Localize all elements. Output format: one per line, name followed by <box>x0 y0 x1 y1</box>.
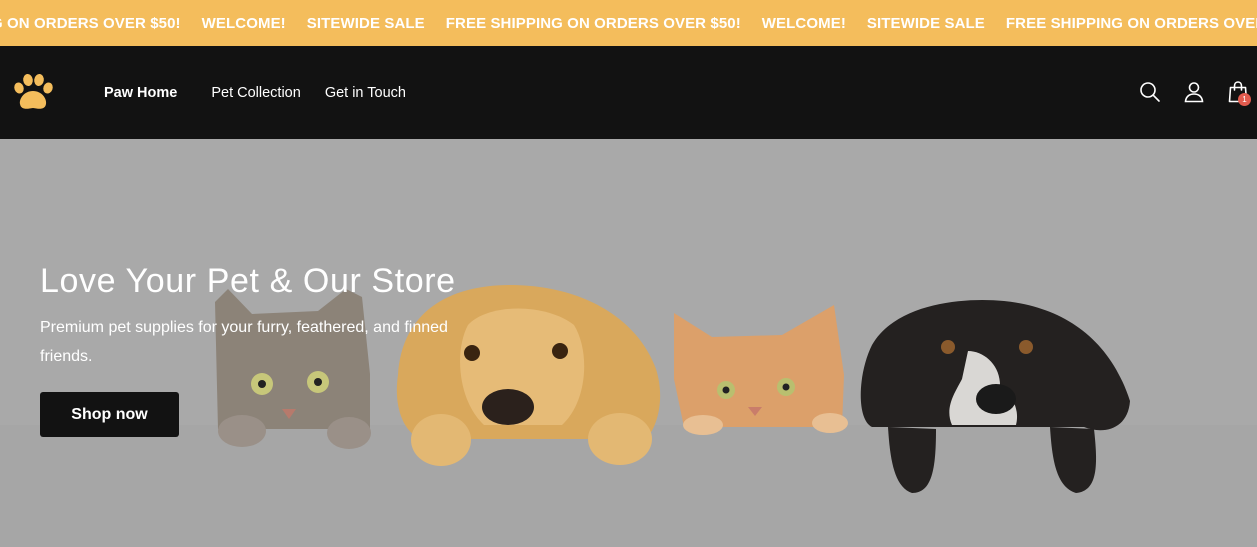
account-icon[interactable] <box>1182 80 1206 104</box>
announcement-message: G ON ORDERS OVER $50! <box>0 14 181 32</box>
announcement-message: WELCOME! <box>761 14 846 32</box>
announcement-message: SITEWIDE SALE <box>866 14 985 32</box>
site-header: Paw Home Pet Collection Get in Touch <box>0 46 1257 139</box>
announcement-message: SITEWIDE SALE <box>306 14 425 32</box>
announcement-message: WELCOME! <box>201 14 286 32</box>
black-dog-illustration <box>860 299 1130 493</box>
cart-count-badge: 1 <box>1238 93 1251 106</box>
announcement-message: FREE SHIPPING ON ORDERS OVER $50! <box>445 14 741 32</box>
nav-link-get-in-touch[interactable]: Get in Touch <box>325 85 406 101</box>
nav-link-pet-collection[interactable]: Pet Collection <box>211 85 300 101</box>
orange-cat-illustration <box>674 305 848 435</box>
hero-banner: Love Your Pet & Our Store Premium pet su… <box>0 139 1257 547</box>
paw-icon[interactable] <box>11 73 55 113</box>
announcement-message: FREE SHIPPING ON ORDERS OVER $50! <box>1005 14 1257 32</box>
announcement-bar: G ON ORDERS OVER $50! WELCOME! SITEWIDE … <box>0 0 1257 46</box>
hero-subtitle: Premium pet supplies for your furry, fea… <box>40 319 448 365</box>
shop-now-button[interactable]: Shop now <box>40 392 179 437</box>
main-nav: Paw Home Pet Collection Get in Touch <box>104 46 430 139</box>
hero-title: Love Your Pet & Our Store <box>40 262 456 300</box>
search-icon[interactable] <box>1138 80 1162 104</box>
nav-link-paw-home[interactable]: Paw Home <box>104 85 177 101</box>
announcement-marquee: G ON ORDERS OVER $50! WELCOME! SITEWIDE … <box>0 0 1257 46</box>
